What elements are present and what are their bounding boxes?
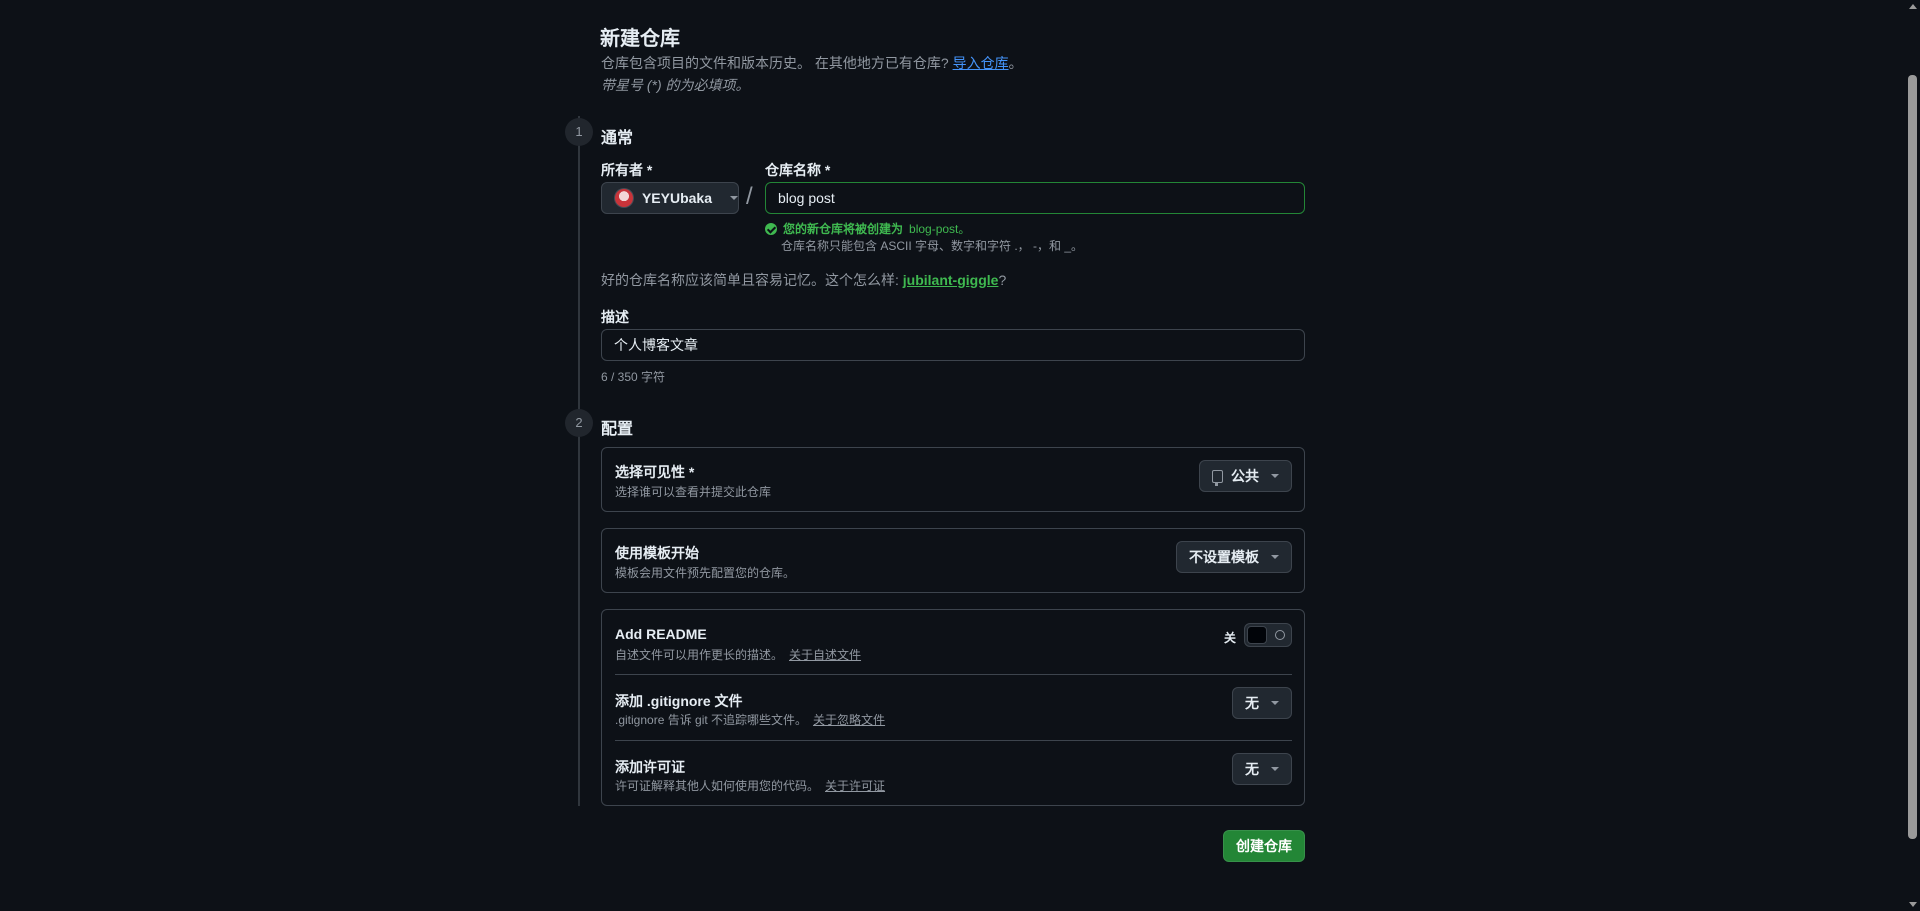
required-note: 带星号 (*) 的为必填项。 [601, 77, 750, 93]
subtitle-text: 仓库包含项目的文件和版本历史。 在其他地方已有仓库? [601, 55, 949, 71]
valid-prefix: 您的新仓库将被创建为 [783, 222, 904, 236]
page-scrollbar[interactable] [1905, 0, 1920, 911]
page-subtitle: 仓库包含项目的文件和版本历史。 在其他地方已有仓库? 导入仓库。 [601, 53, 1023, 73]
chevron-down-icon [1271, 474, 1279, 478]
gitignore-value: 无 [1245, 695, 1259, 711]
visibility-desc: 选择谁可以查看并提交此仓库 [615, 485, 772, 499]
readme-toggle-state: 关 [1223, 631, 1236, 645]
toggle-off-icon [1275, 630, 1285, 640]
import-repo-link[interactable]: 导入仓库 [953, 55, 1009, 71]
step-1-badge: 1 [565, 118, 593, 146]
step-timeline [578, 116, 580, 806]
gitignore-title: 添加 .gitignore 文件 [615, 693, 743, 709]
visibility-box: 选择可见性 * 选择谁可以查看并提交此仓库 公共 [601, 447, 1305, 512]
step-1-title: 通常 [601, 130, 634, 147]
name-valid-message: 您的新仓库将被创建为 blog-post。 [765, 220, 970, 237]
template-title: 使用模板开始 [615, 545, 699, 561]
avatar [614, 188, 634, 208]
step-2-badge: 2 [565, 409, 593, 437]
gitignore-help-link[interactable]: 关于忽略文件 [813, 713, 885, 727]
template-desc: 模板会用文件预先配置您的仓库。 [615, 566, 796, 580]
license-title: 添加许可证 [615, 759, 685, 775]
scrollbar-thumb[interactable] [1908, 75, 1917, 839]
scroll-up-icon[interactable] [1909, 4, 1917, 9]
create-repo-button[interactable]: 创建仓库 [1223, 830, 1305, 862]
divider [615, 740, 1292, 741]
template-select[interactable]: 不设置模板 [1176, 541, 1292, 573]
license-value: 无 [1245, 761, 1259, 777]
gitignore-desc: .gitignore 告诉 git 不追踪哪些文件。 关于忽略文件 [615, 711, 885, 728]
description-char-count: 6 / 350 字符 [601, 370, 666, 384]
repo-icon [1212, 469, 1223, 486]
readme-title: Add README [615, 626, 707, 642]
scroll-down-icon[interactable] [1909, 902, 1917, 907]
repo-name-input[interactable] [765, 182, 1305, 214]
owner-name-separator: / [746, 183, 753, 210]
description-input[interactable] [601, 329, 1305, 361]
subtitle-end: 。 [1008, 55, 1023, 71]
readme-desc-text: 自述文件可以用作更长的描述。 [615, 648, 784, 662]
license-desc: 许可证解释其他人如何使用您的代码。 关于许可证 [615, 777, 885, 794]
template-value: 不设置模板 [1189, 549, 1259, 565]
license-select[interactable]: 无 [1232, 753, 1292, 785]
chevron-down-icon [730, 196, 738, 200]
gitignore-desc-text: .gitignore 告诉 git 不追踪哪些文件。 [615, 713, 808, 727]
license-help-link[interactable]: 关于许可证 [825, 779, 885, 793]
visibility-title: 选择可见性 * [615, 464, 695, 480]
suggested-name-link[interactable]: jubilant-giggle [903, 272, 999, 288]
name-suggestion: 好的仓库名称应该简单且容易记忆。这个怎么样: jubilant-giggle? [601, 270, 1006, 290]
repo-name-label: 仓库名称 * [765, 162, 831, 178]
step-2-title: 配置 [601, 421, 634, 438]
valid-repo-name: blog-post。 [909, 222, 971, 236]
template-box: 使用模板开始 模板会用文件预先配置您的仓库。 不设置模板 [601, 528, 1305, 593]
description-label: 描述 [601, 309, 629, 325]
visibility-value: 公共 [1231, 468, 1259, 484]
visibility-select[interactable]: 公共 [1199, 460, 1292, 492]
name-rules-hint: 仓库名称只能包含 ASCII 字母、数字和字符 .， -，和 _。 [781, 239, 1084, 253]
gitignore-select[interactable]: 无 [1232, 687, 1292, 719]
owner-name: YEYUbaka [641, 190, 712, 206]
suggest-text: 好的仓库名称应该简单且容易记忆。这个怎么样: [601, 272, 899, 288]
chevron-down-icon [1271, 701, 1279, 705]
readme-toggle[interactable] [1244, 623, 1292, 647]
chevron-down-icon [1271, 555, 1279, 559]
license-desc-text: 许可证解释其他人如何使用您的代码。 [615, 779, 820, 793]
page-title: 新建仓库 [600, 28, 680, 50]
owner-select[interactable]: YEYUbaka [601, 182, 739, 214]
toggle-knob [1247, 626, 1267, 644]
chevron-down-icon [1271, 767, 1279, 771]
init-options-box: Add README 自述文件可以用作更长的描述。 关于自述文件 关 添加 .gi… [601, 609, 1305, 806]
owner-label: 所有者 * [601, 162, 653, 178]
divider [615, 674, 1292, 675]
readme-desc: 自述文件可以用作更长的描述。 关于自述文件 [615, 646, 861, 663]
readme-help-link[interactable]: 关于自述文件 [789, 648, 861, 662]
suggest-end: ? [998, 272, 1007, 288]
check-circle-icon [765, 222, 777, 235]
